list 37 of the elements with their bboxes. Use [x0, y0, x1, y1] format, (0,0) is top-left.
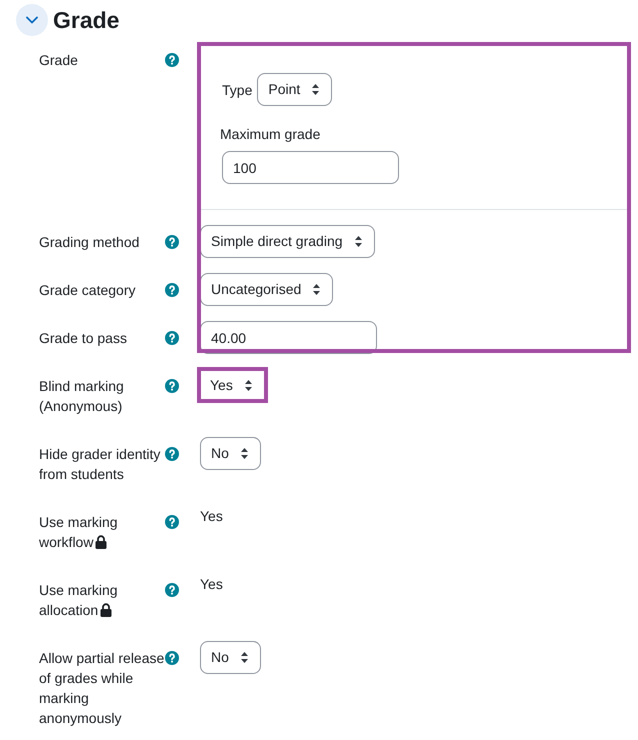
field-label: Grade to pass [39, 330, 127, 346]
help-icon[interactable] [165, 447, 179, 461]
help-icon[interactable] [165, 379, 179, 393]
static-value: Yes [200, 507, 223, 526]
field-label: Blind marking (Anonymous) [39, 378, 124, 414]
updown-arrows-icon [354, 236, 362, 247]
select-field[interactable]: No [200, 437, 261, 470]
section-heading: Grade [53, 6, 120, 34]
help-icon[interactable] [165, 515, 179, 529]
select-field[interactable]: No [200, 641, 261, 674]
field-label: Grade category [39, 282, 136, 298]
updown-arrows-icon [240, 652, 248, 663]
field-label: Use marking workflow [39, 514, 118, 550]
field-label: Type [222, 80, 252, 100]
help-icon[interactable] [165, 235, 179, 249]
updown-arrows-icon [240, 448, 248, 459]
field-label: Hide grader identity from students [39, 446, 160, 482]
help-icon[interactable] [165, 283, 179, 297]
text-input[interactable]: 100 [222, 151, 399, 184]
help-icon[interactable] [165, 331, 179, 345]
select-field[interactable]: Point [257, 73, 332, 106]
help-icon[interactable] [165, 583, 179, 597]
chevron-down-icon [26, 16, 38, 24]
static-value: Yes [200, 575, 223, 594]
field-label: Grading method [39, 234, 140, 250]
collapse-button[interactable] [16, 4, 48, 36]
updown-arrows-icon [312, 84, 320, 95]
help-icon[interactable] [165, 651, 179, 665]
field-label: Maximum grade [220, 125, 320, 144]
field-label: Use marking allocation [39, 582, 118, 618]
select-field[interactable]: Simple direct grading [200, 225, 375, 258]
updown-arrows-icon [313, 284, 320, 295]
updown-arrows-icon [244, 380, 252, 390]
select-field[interactable]: Uncategorised [200, 273, 334, 306]
help-icon[interactable] [165, 53, 179, 67]
field-label: Allow partial release of grades while marking anonymously [39, 650, 164, 726]
field-label: Grade [39, 52, 78, 68]
